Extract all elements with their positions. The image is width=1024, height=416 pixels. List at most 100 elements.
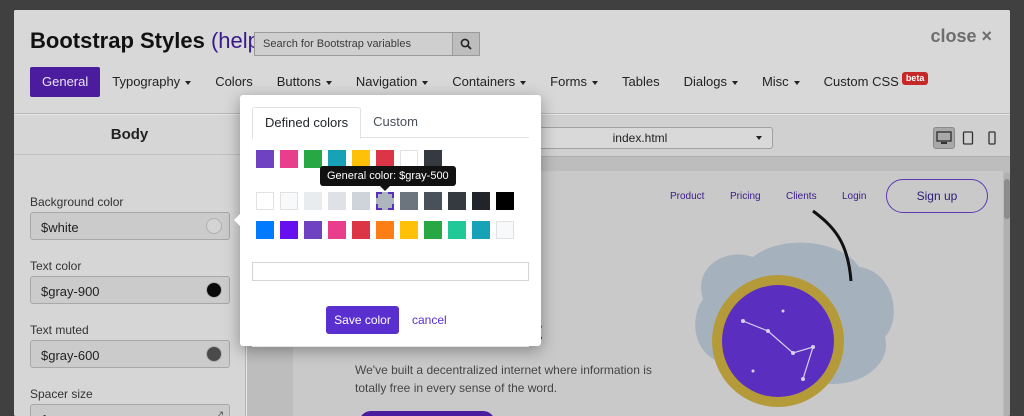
color-value-input[interactable] [252,262,529,281]
gray-swatch[interactable] [496,192,514,210]
nav-tab-misc[interactable]: Misc [750,67,812,97]
theme-swatch[interactable] [304,150,322,168]
text-color-value: $gray-900 [41,284,100,299]
nav-tab-label: Misc [761,74,789,89]
nav-tab-buttons[interactable]: Buttons [265,67,344,97]
text-color-field[interactable]: $gray-900 [30,276,230,304]
nav-tab-custom-css[interactable]: Custom CSS beta [812,67,941,97]
site-nav-login[interactable]: Login [842,191,866,202]
tab-defined-colors[interactable]: Defined colors [252,107,362,139]
signup-button[interactable]: Sign up [886,179,988,213]
divider [252,346,529,347]
gray-swatch[interactable] [400,192,418,210]
sidebar-title: Body [14,115,245,155]
search-icon [460,38,472,50]
nav-tab-tables[interactable]: Tables [610,67,672,97]
chevron-down-icon [793,80,800,85]
search-bar [254,32,480,56]
base-swatch[interactable] [328,221,346,239]
site-nav-product[interactable]: Product [670,191,704,202]
cancel-link[interactable]: cancel [412,313,447,327]
scrollbar-thumb[interactable] [1004,179,1010,219]
base-swatch[interactable] [424,221,442,239]
swatch-tooltip: General color: $gray-500 [320,166,456,191]
tablet-view-button[interactable] [957,127,979,149]
background-color-field[interactable]: $white [30,212,230,240]
preview-scrollbar[interactable] [1004,173,1010,416]
main-nav: General Typography Colors Buttons Navigation… [30,67,940,97]
text-muted-swatch[interactable] [206,346,222,362]
gray-swatch[interactable] [328,192,346,210]
tab-custom[interactable]: Custom [361,107,430,138]
chevron-down-icon [592,80,599,85]
text-muted-field[interactable]: $gray-600 [30,340,230,368]
search-button[interactable] [452,32,480,56]
chevron-down-icon [325,80,332,85]
theme-swatch[interactable] [256,150,274,168]
chevron-down-icon [756,136,762,140]
gray-swatch[interactable] [256,192,274,210]
base-swatch[interactable] [256,221,274,239]
gray-swatch[interactable] [448,192,466,210]
theme-swatch[interactable] [280,150,298,168]
spacer-size-value: 1rem [41,412,71,416]
nav-tab-typography[interactable]: Typography [100,67,203,97]
gray-swatch[interactable] [472,192,490,210]
base-swatch[interactable] [280,221,298,239]
background-color-value: $white [41,220,79,235]
chevron-down-icon [731,80,738,85]
phone-view-button[interactable] [981,127,1003,149]
base-swatch[interactable] [352,221,370,239]
nav-tab-label: Colors [215,74,253,89]
spacer-size-field[interactable]: 1rem ⤢ [30,404,230,416]
gray-swatch[interactable] [304,192,322,210]
text-color-label: Text color [30,259,82,273]
background-color-label: Background color [30,195,124,209]
search-input[interactable] [254,32,452,56]
base-swatch[interactable] [400,221,418,239]
nav-tab-label: Tables [622,74,660,89]
page-select[interactable]: index.html [507,127,773,149]
site-nav-clients[interactable]: Clients [786,191,817,202]
gray-swatch[interactable] [424,192,442,210]
nav-tab-label: Navigation [355,74,418,89]
gray-swatch[interactable] [352,192,370,210]
text-color-swatch[interactable] [206,282,222,298]
desktop-icon [936,131,952,144]
base-swatch[interactable] [472,221,490,239]
desktop-view-button[interactable] [933,127,955,149]
phone-icon [988,131,996,145]
tablet-icon [962,131,974,145]
nav-tab-navigation[interactable]: Navigation [344,67,440,97]
site-nav-pricing[interactable]: Pricing [730,191,761,202]
gray-swatch[interactable] [280,192,298,210]
nav-tab-label: Forms [550,74,588,89]
app-title-text: Bootstrap Styles [30,28,205,53]
nav-tab-general[interactable]: General [30,67,101,97]
nav-tab-dialogs[interactable]: Dialogs [672,67,750,97]
sidebar: Body Background color $white Text color … [14,115,246,416]
page-select-value: index.html [612,131,668,145]
chevron-down-icon [185,80,192,85]
base-swatch[interactable] [376,221,394,239]
nav-tab-label: Typography [112,74,181,89]
hero-cta-button[interactable] [359,411,495,416]
beta-badge: beta [901,71,929,85]
gray-swatch[interactable] [376,192,394,210]
app-title: Bootstrap Styles (help) [30,28,267,54]
save-color-button[interactable]: Save color [326,306,399,334]
background-color-swatch[interactable] [206,218,222,234]
base-swatch[interactable] [304,221,322,239]
base-swatch[interactable] [496,221,514,239]
nav-tab-colors[interactable]: Colors [203,67,265,97]
chevron-down-icon [520,80,527,85]
popover-arrow [234,214,240,226]
close-button[interactable]: close × [930,26,992,47]
resize-icon[interactable]: ⤢ [213,409,223,416]
nav-tab-containers[interactable]: Containers [440,67,538,97]
base-swatch[interactable] [448,221,466,239]
nav-tab-forms[interactable]: Forms [538,67,610,97]
spacer-size-label: Spacer size [30,387,93,401]
color-picker-popover: Defined colors Custom General color: $gr… [234,95,541,347]
text-muted-value: $gray-600 [41,348,100,363]
